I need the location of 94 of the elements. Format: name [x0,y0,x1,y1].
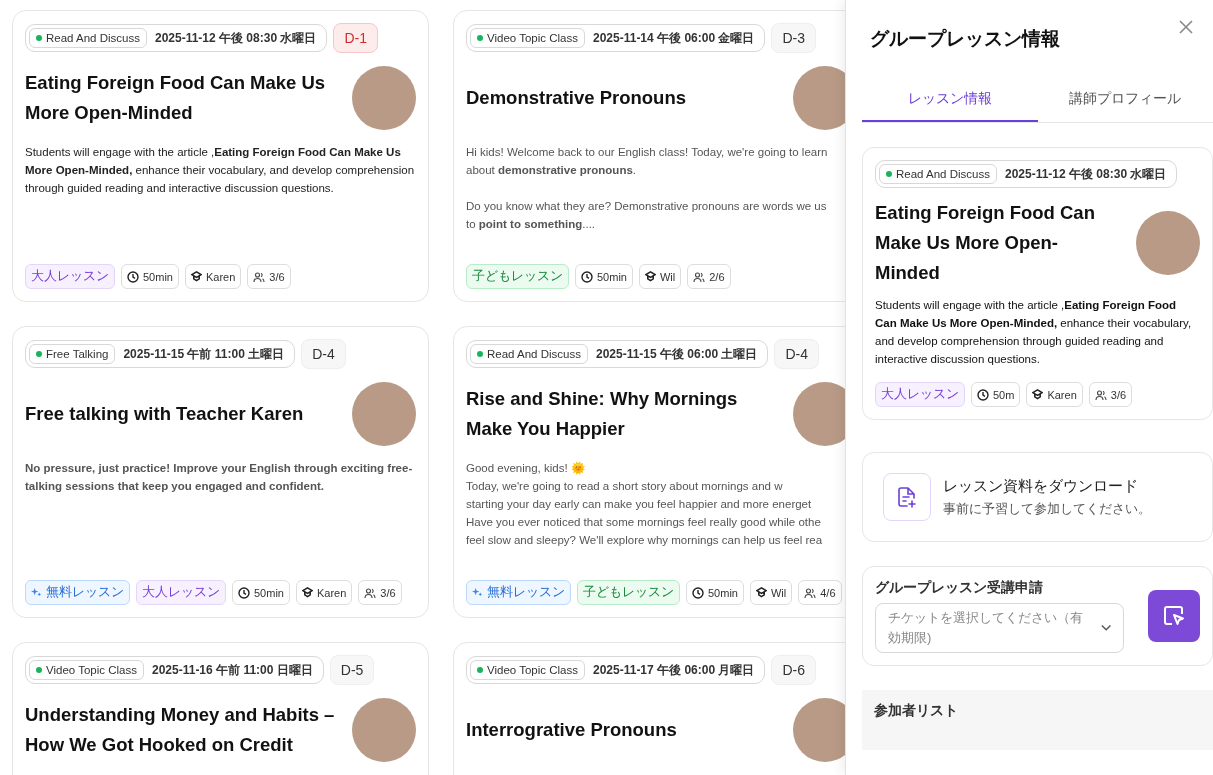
lesson-title: Demonstrative Pronouns [466,86,686,110]
duration-chip: 50min [686,580,744,605]
lesson-type-chip: Read And Discuss [470,344,588,364]
lesson-title: Interrogrative Pronouns [466,718,677,742]
chevron-down-icon [1100,624,1111,632]
lesson-title: Eating Foreign Food Can Make Us More Open-Minded [875,201,1096,285]
panel-tab[interactable]: 講師プロフィール [1037,82,1213,122]
lesson-description: Do you know what they are? Demonstrative pronouns are words we us to point to something.... [466,199,828,232]
lesson-tag: 無料レッスン [25,580,130,605]
avatar-placeholder [793,382,845,446]
lesson-card[interactable] [453,10,845,302]
clock-icon [238,586,250,599]
people-icon [253,270,266,283]
lesson-datetime: 2025-11-12 午後 08:30 水曜日 [154,29,317,47]
lesson-description: Students will engage with the article ,Eating Foreign Food Can Make Us More Open-Minded, enhance their vocabulary, and develop comprehension through guided reading and interactive discussion questions. [875,298,1193,367]
avatar-placeholder [793,66,845,130]
lesson-type-chip: Video Topic Class [470,660,585,680]
capacity-chip: 3/6 [247,264,291,289]
clock-icon [977,388,989,401]
lesson-tag: 子どもレッスン [466,264,569,289]
people-icon [1094,388,1107,401]
capacity-chip: 3/6 [1088,382,1133,407]
graduation-cap-icon [301,587,313,598]
participants-header: 参加者リスト [862,690,1213,750]
lesson-title: Free talking with Teacher Karen [25,402,304,426]
capacity-chip: 4/6 [798,580,842,605]
lesson-tag: 子どもレッスン [577,580,680,605]
countdown-badge: D-4 [301,339,346,369]
lesson-datetime: 2025-11-14 午後 06:00 金曜日 [593,29,755,47]
lesson-title: Understanding Money and Habits – How We Got Hooked on Credit [25,703,336,757]
lesson-card[interactable]: Video Topic Class 2025-11-16 午前 11:00 日曜日 D-5 Understanding Money and Habits – How We Got Hooked on Credit [12,642,429,775]
people-icon [364,586,377,599]
clock-icon [692,586,704,599]
lesson-type-chip: Free Talking [29,344,116,364]
lesson-description: No pressure, just practice! Improve your English through exciting free-talking sessions that keep you engaged and confident. [25,461,414,494]
capacity-chip: 2/6 [687,264,731,289]
people-icon [693,270,706,283]
lesson-tag: 大人レッスン [25,264,115,289]
panel-title: グループレッスン情報 [870,27,1060,51]
download-card[interactable]: レッスン資料をダウンロード 事前に予習して参加してください。 [862,452,1213,542]
teacher-chip: Wil [749,580,793,605]
lesson-description: Students will engage with the article ,Eating Foreign Food Can Make Us More Open-Minded, enhance their vocabulary, and develop comprehension through guided reading and interactive discussion questions. [25,145,416,196]
lesson-tag: 大人レッスン [875,382,965,407]
apply-title: グループレッスン受講申請 [875,579,1044,597]
document-add-icon [883,473,931,521]
sparkle-icon [472,587,483,598]
sparkle-icon [31,587,42,598]
lesson-datetime: 2025-11-16 午前 11:00 日曜日 [152,661,313,679]
teacher-chip: Karen [295,580,353,605]
lesson-card[interactable] [12,326,429,618]
apply-button[interactable] [1148,590,1200,642]
lesson-tag: 無料レッスン [466,580,571,605]
duration-chip: 50m [971,382,1021,407]
graduation-cap-icon [644,271,656,282]
close-icon[interactable] [1179,20,1193,34]
graduation-cap-icon [190,271,202,282]
teacher-chip: Karen [184,264,242,289]
people-icon [804,586,817,599]
lesson-datetime: 2025-11-12 午後 08:30 水曜日 [1004,165,1167,183]
clock-icon [127,270,139,283]
lesson-title: Rise and Shine: Why Mornings Make You Happier [466,387,739,441]
lesson-type-chip: Read And Discuss [879,164,997,184]
lesson-description: Good evening, kids! 🌞 Today, we're going to read a short story about mornings and w starting your day early can make you feel happier and more energet Have you ever noticed that some mornings feel really good while othe feel slow and sleepy? We'll explore why mornings can help us feel rea [466,460,824,548]
lesson-datetime: 2025-11-17 午後 06:00 月曜日 [593,661,755,679]
lesson-type-chip: Video Topic Class [29,660,144,680]
panel-tab[interactable]: レッスン情報 [862,82,1038,122]
countdown-badge: D-6 [771,655,816,685]
lesson-datetime: 2025-11-15 午前 11:00 土曜日 [123,345,285,363]
countdown-badge: D-1 [333,23,378,53]
ticket-select[interactable]: チケットを選択してください（有効期限) [875,603,1124,653]
countdown-badge: D-3 [771,23,816,53]
lesson-description: Hi kids! Welcome back to our English class! Today, we're going to learn about demonstrative pronouns. [466,145,829,178]
capacity-chip: 3/6 [358,580,402,605]
clock-icon [581,270,593,283]
lesson-type-chip: Video Topic Class [470,28,585,48]
graduation-cap-icon [755,587,767,598]
duration-chip: 50min [232,580,290,605]
lesson-title: Eating Foreign Food Can Make Us More Open-Minded [25,71,327,125]
lesson-tag: 大人レッスン [136,580,226,605]
avatar-placeholder [793,698,845,762]
countdown-badge: D-5 [329,655,375,685]
teacher-chip: Karen [1026,382,1083,407]
lesson-card[interactable] [12,10,429,302]
countdown-badge: D-4 [774,339,819,369]
graduation-cap-icon [1032,389,1044,400]
lesson-card[interactable]: Video Topic Class 2025-11-17 午後 06:00 月曜日 D-6 Interrogrative Pronouns [453,642,845,775]
duration-chip: 50min [121,264,179,289]
teacher-chip: Wil [638,264,682,289]
lesson-type-chip: Read And Discuss [29,28,147,48]
duration-chip: 50min [575,264,633,289]
download-title: レッスン資料をダウンロード [943,476,1139,496]
lesson-datetime: 2025-11-15 午後 06:00 土曜日 [595,345,758,363]
lesson-card[interactable] [453,326,845,618]
download-subtitle: 事前に予習して参加してください。 [943,499,1151,518]
